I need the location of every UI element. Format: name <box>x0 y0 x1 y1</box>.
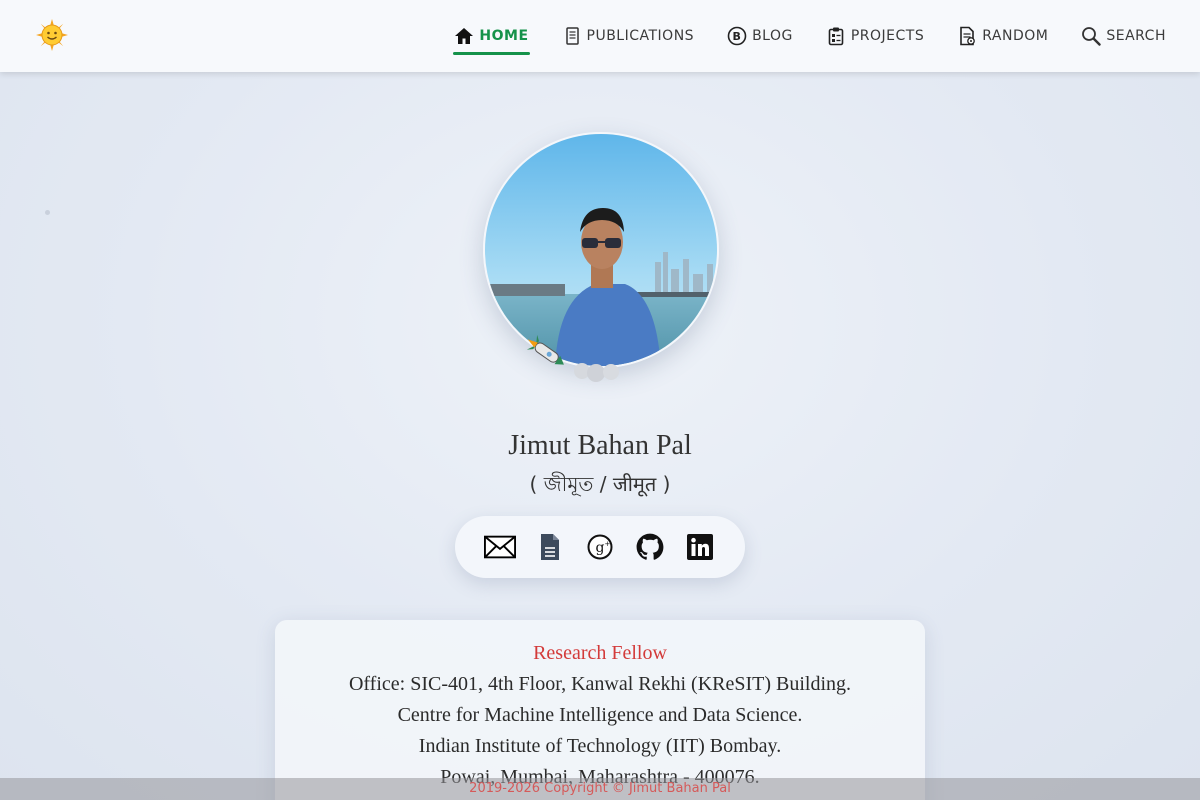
info-card: Research Fellow Office: SIC-401, 4th Flo… <box>275 620 925 800</box>
search-icon <box>1082 27 1102 46</box>
nav-projects-label: PROJECTS <box>850 28 925 44</box>
nav-blog-label: BLOG <box>752 28 793 44</box>
random-page-icon <box>960 26 976 46</box>
cv-link[interactable] <box>534 531 566 563</box>
google-scholar-icon: g + <box>587 534 613 560</box>
svg-text:+: + <box>605 540 611 548</box>
address-line-centre: Centre for Machine Intelligence and Data… <box>397 704 803 726</box>
address-line-institute: Indian Institute of Technology (IIT) Bom… <box>418 735 782 757</box>
svg-text:B: B <box>733 30 742 43</box>
profile-photo <box>483 132 719 368</box>
nav-search[interactable]: SEARCH <box>1081 19 1166 53</box>
nav-projects[interactable]: PROJECTS <box>826 19 924 53</box>
rocket-icon <box>520 334 630 385</box>
sun-icon[interactable] <box>36 19 68 51</box>
profile-name: Jimut Bahan Pal <box>508 430 692 461</box>
document-icon <box>565 27 579 45</box>
social-links: g + <box>455 516 745 578</box>
github-icon <box>636 533 664 560</box>
clipboard-icon <box>828 27 844 46</box>
nav-home[interactable]: HOME <box>453 19 530 55</box>
nav-home-label: HOME <box>479 28 529 44</box>
blog-icon: B <box>727 26 747 46</box>
footer-copyright: 2019-2026 Copyright © Jimut Bahan Pal <box>0 778 1200 800</box>
linkedin-link[interactable] <box>684 531 716 563</box>
nav-search-label: SEARCH <box>1106 28 1166 44</box>
nav-blog[interactable]: B BLOG <box>727 19 793 53</box>
nav-publications[interactable]: PUBLICATIONS <box>562 19 695 53</box>
role-title: Research Fellow <box>533 642 667 664</box>
decorative-dot <box>45 210 50 215</box>
cv-document-icon <box>541 534 559 560</box>
email-icon <box>484 535 516 559</box>
profile-alt-name: ( জীমূত / जीमूत ) <box>529 472 671 496</box>
home-icon <box>455 28 474 44</box>
nav-random[interactable]: RANDOM <box>957 19 1048 53</box>
main-nav: HOME PUBLICATIONS B BLOG PROJECTS RANDOM… <box>453 0 1166 72</box>
nav-publications-label: PUBLICATIONS <box>586 28 695 44</box>
svg-text:g: g <box>596 540 605 556</box>
address-line-office: Office: SIC-401, 4th Floor, Kanwal Rekhi… <box>348 673 852 695</box>
nav-random-label: RANDOM <box>982 28 1049 44</box>
google-scholar-link[interactable]: g + <box>584 531 616 563</box>
email-link[interactable] <box>484 531 516 563</box>
linkedin-icon <box>687 534 713 560</box>
top-navbar: HOME PUBLICATIONS B BLOG PROJECTS RANDOM… <box>0 0 1200 72</box>
github-link[interactable] <box>634 531 666 563</box>
